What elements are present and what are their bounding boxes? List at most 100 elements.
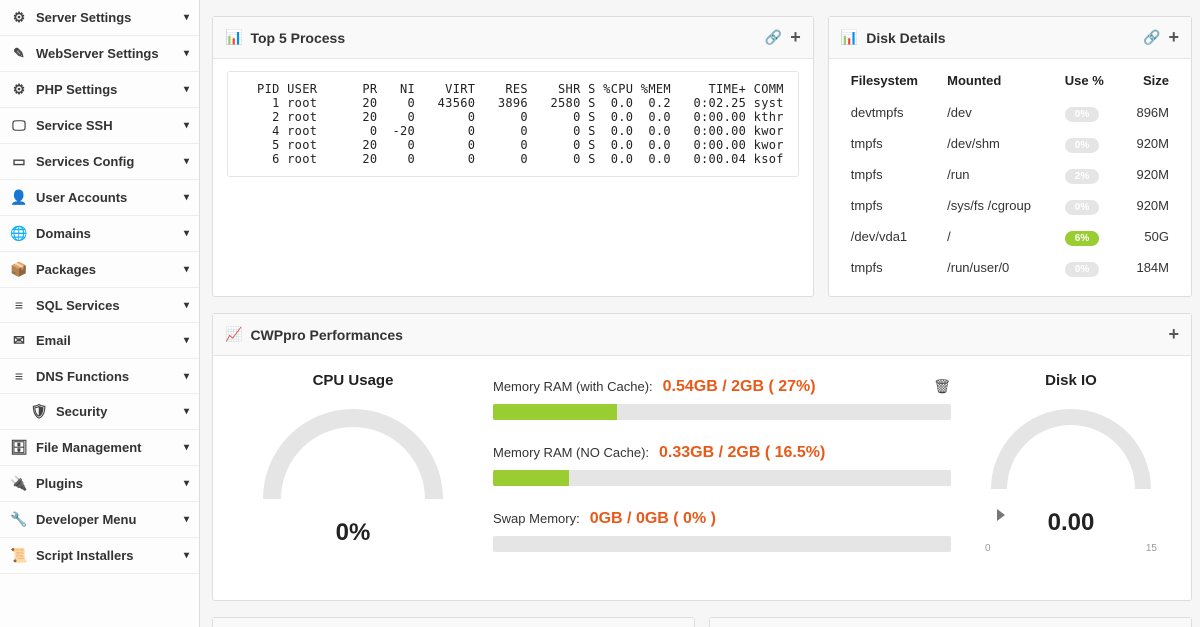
diskio-gauge-arc <box>991 409 1151 489</box>
disk-title: Disk Details <box>866 30 1137 46</box>
mem-cache-row: Memory RAM (with Cache): 0.54GB / 2GB ( … <box>493 378 951 420</box>
cell-fs: tmpfs <box>847 129 943 160</box>
sidebar-icon: 🗄 <box>10 439 28 456</box>
panel-top5-process: 📊 Top 5 Process 🔗 + PID USER PR NI VIRT … <box>212 16 814 297</box>
sidebar-icon: ✉ <box>10 332 28 349</box>
panel-header-services: 📊 Services Status ↗ + <box>710 618 1191 627</box>
sidebar-item-user-accounts[interactable]: 👤 User Accounts▾ <box>0 180 199 216</box>
memory-column: Memory RAM (with Cache): 0.54GB / 2GB ( … <box>493 372 951 576</box>
chevron-down-icon: ▾ <box>184 156 189 167</box>
table-row: tmpfs/sys/fs /cgroup0%920M <box>847 191 1173 222</box>
sidebar-item-label: Email <box>36 333 184 348</box>
sidebar-icon: 🛡 <box>30 403 48 420</box>
cpu-title: CPU Usage <box>233 372 473 389</box>
panel-process: 📊 Process + <box>212 617 695 627</box>
swap-row: Swap Memory: 0GB / 0GB ( 0% ) <box>493 510 951 552</box>
expand-icon[interactable]: + <box>1168 324 1179 345</box>
cell-use: 0% <box>1061 253 1121 284</box>
col-size: Size <box>1121 67 1173 98</box>
expand-icon[interactable]: + <box>790 27 801 48</box>
cell-mounted: /sys/fs /cgroup <box>943 191 1061 222</box>
sidebar-item-label: DNS Functions <box>36 369 184 384</box>
panel-header-perf: 📈 CWPpro Performances + <box>213 314 1191 356</box>
sidebar-item-label: Services Config <box>36 154 184 169</box>
expand-icon[interactable]: + <box>1168 27 1179 48</box>
sidebar-icon: 📦 <box>10 261 28 278</box>
sidebar-item-services-config[interactable]: ▭ Services Config▾ <box>0 144 199 180</box>
sidebar-item-webserver-settings[interactable]: ✎WebServer Settings▾ <box>0 36 199 72</box>
sidebar-item-security[interactable]: 🛡 Security▾ <box>0 394 199 430</box>
chevron-down-icon: ▾ <box>184 192 189 203</box>
sidebar-icon: 🌐 <box>10 225 28 242</box>
cell-mounted: /dev <box>943 98 1061 129</box>
cell-fs: devtmpfs <box>847 98 943 129</box>
link-icon[interactable]: 🔗 <box>765 29 782 46</box>
chevron-down-icon: ▾ <box>184 406 189 417</box>
sidebar-icon: 🔌 <box>10 475 28 492</box>
top5-title: Top 5 Process <box>250 30 758 46</box>
diskio-gauge: Disk IO 0.00 0 15 <box>971 372 1171 576</box>
process-output: PID USER PR NI VIRT RES SHR S %CPU %MEM … <box>227 71 799 177</box>
sidebar-item-label: Service SSH <box>36 118 184 133</box>
chevron-down-icon: ▾ <box>184 84 189 95</box>
panel-header-top5: 📊 Top 5 Process 🔗 + <box>213 17 813 59</box>
sidebar-item-label: SQL Services <box>36 298 184 313</box>
cell-use: 0% <box>1061 191 1121 222</box>
sidebar-item-sql-services[interactable]: ≡SQL Services▾ <box>0 288 199 323</box>
cell-fs: tmpfs <box>847 253 943 284</box>
mem-nocache-label: Memory RAM (NO Cache): <box>493 445 649 460</box>
sidebar-item-label: User Accounts <box>36 190 184 205</box>
chevron-down-icon: ▾ <box>184 514 189 525</box>
main: 📊 Top 5 Process 🔗 + PID USER PR NI VIRT … <box>200 0 1200 627</box>
sidebar: ⚙Server Settings▾✎WebServer Settings▾⚙PH… <box>0 0 200 627</box>
sidebar-item-domains[interactable]: 🌐Domains▾ <box>0 216 199 252</box>
sidebar-item-label: Packages <box>36 262 184 277</box>
cell-size: 920M <box>1121 191 1173 222</box>
sidebar-item-script-installers[interactable]: 📜Script Installers▾ <box>0 538 199 574</box>
chevron-down-icon: ▾ <box>184 371 189 382</box>
cell-size: 896M <box>1121 98 1173 129</box>
sidebar-item-label: Security <box>56 404 184 419</box>
sidebar-item-developer-menu[interactable]: 🔧Developer Menu▾ <box>0 502 199 538</box>
cpu-value: 0% <box>233 519 473 547</box>
perf-title: CWPpro Performances <box>250 327 1160 343</box>
sidebar-icon: 👤 <box>10 189 28 206</box>
sidebar-item-dns-functions[interactable]: ≡DNS Functions▾ <box>0 359 199 394</box>
col-filesystem: Filesystem <box>847 67 943 98</box>
panel-performances: 📈 CWPpro Performances + CPU Usage 0% <box>212 313 1192 601</box>
cell-use: 0% <box>1061 98 1121 129</box>
sidebar-item-label: Developer Menu <box>36 512 184 527</box>
trash-icon[interactable]: 🗑 <box>933 378 951 395</box>
cell-fs: tmpfs <box>847 191 943 222</box>
mem-nocache-row: Memory RAM (NO Cache): 0.33GB / 2GB ( 16… <box>493 444 951 486</box>
sidebar-icon: ▭ <box>10 153 28 170</box>
sidebar-icon: ≡ <box>10 297 28 313</box>
sidebar-item-plugins[interactable]: 🔌 Plugins▾ <box>0 466 199 502</box>
diskio-value: 0.00 <box>971 509 1171 537</box>
sidebar-item-packages[interactable]: 📦Packages▾ <box>0 252 199 288</box>
sidebar-item-email[interactable]: ✉ Email▾ <box>0 323 199 359</box>
diskio-min: 0 <box>985 543 991 554</box>
sidebar-item-label: Plugins <box>36 476 184 491</box>
panel-header-process: 📊 Process + <box>213 618 694 627</box>
swap-label: Swap Memory: <box>493 511 580 526</box>
chevron-down-icon: ▾ <box>184 48 189 59</box>
cell-size: 184M <box>1121 253 1173 284</box>
chevron-down-icon: ▾ <box>184 550 189 561</box>
chevron-down-icon: ▾ <box>184 478 189 489</box>
chevron-down-icon: ▾ <box>184 335 189 346</box>
bar-chart-icon: 📊 <box>841 29 858 46</box>
sidebar-item-php-settings[interactable]: ⚙PHP Settings▾ <box>0 72 199 108</box>
sidebar-item-label: Script Installers <box>36 548 184 563</box>
table-row: /dev/vda1/6%50G <box>847 222 1173 253</box>
sidebar-item-service-ssh[interactable]: 🖵Service SSH▾ <box>0 108 199 144</box>
mem-cache-label: Memory RAM (with Cache): <box>493 379 653 394</box>
cell-size: 920M <box>1121 160 1173 191</box>
link-icon[interactable]: 🔗 <box>1143 29 1160 46</box>
chevron-down-icon: ▾ <box>184 228 189 239</box>
sidebar-item-label: Server Settings <box>36 10 184 25</box>
sidebar-item-file-management[interactable]: 🗄File Management▾ <box>0 430 199 466</box>
cell-mounted: /run <box>943 160 1061 191</box>
sidebar-item-server-settings[interactable]: ⚙Server Settings▾ <box>0 0 199 36</box>
cell-size: 50G <box>1121 222 1173 253</box>
